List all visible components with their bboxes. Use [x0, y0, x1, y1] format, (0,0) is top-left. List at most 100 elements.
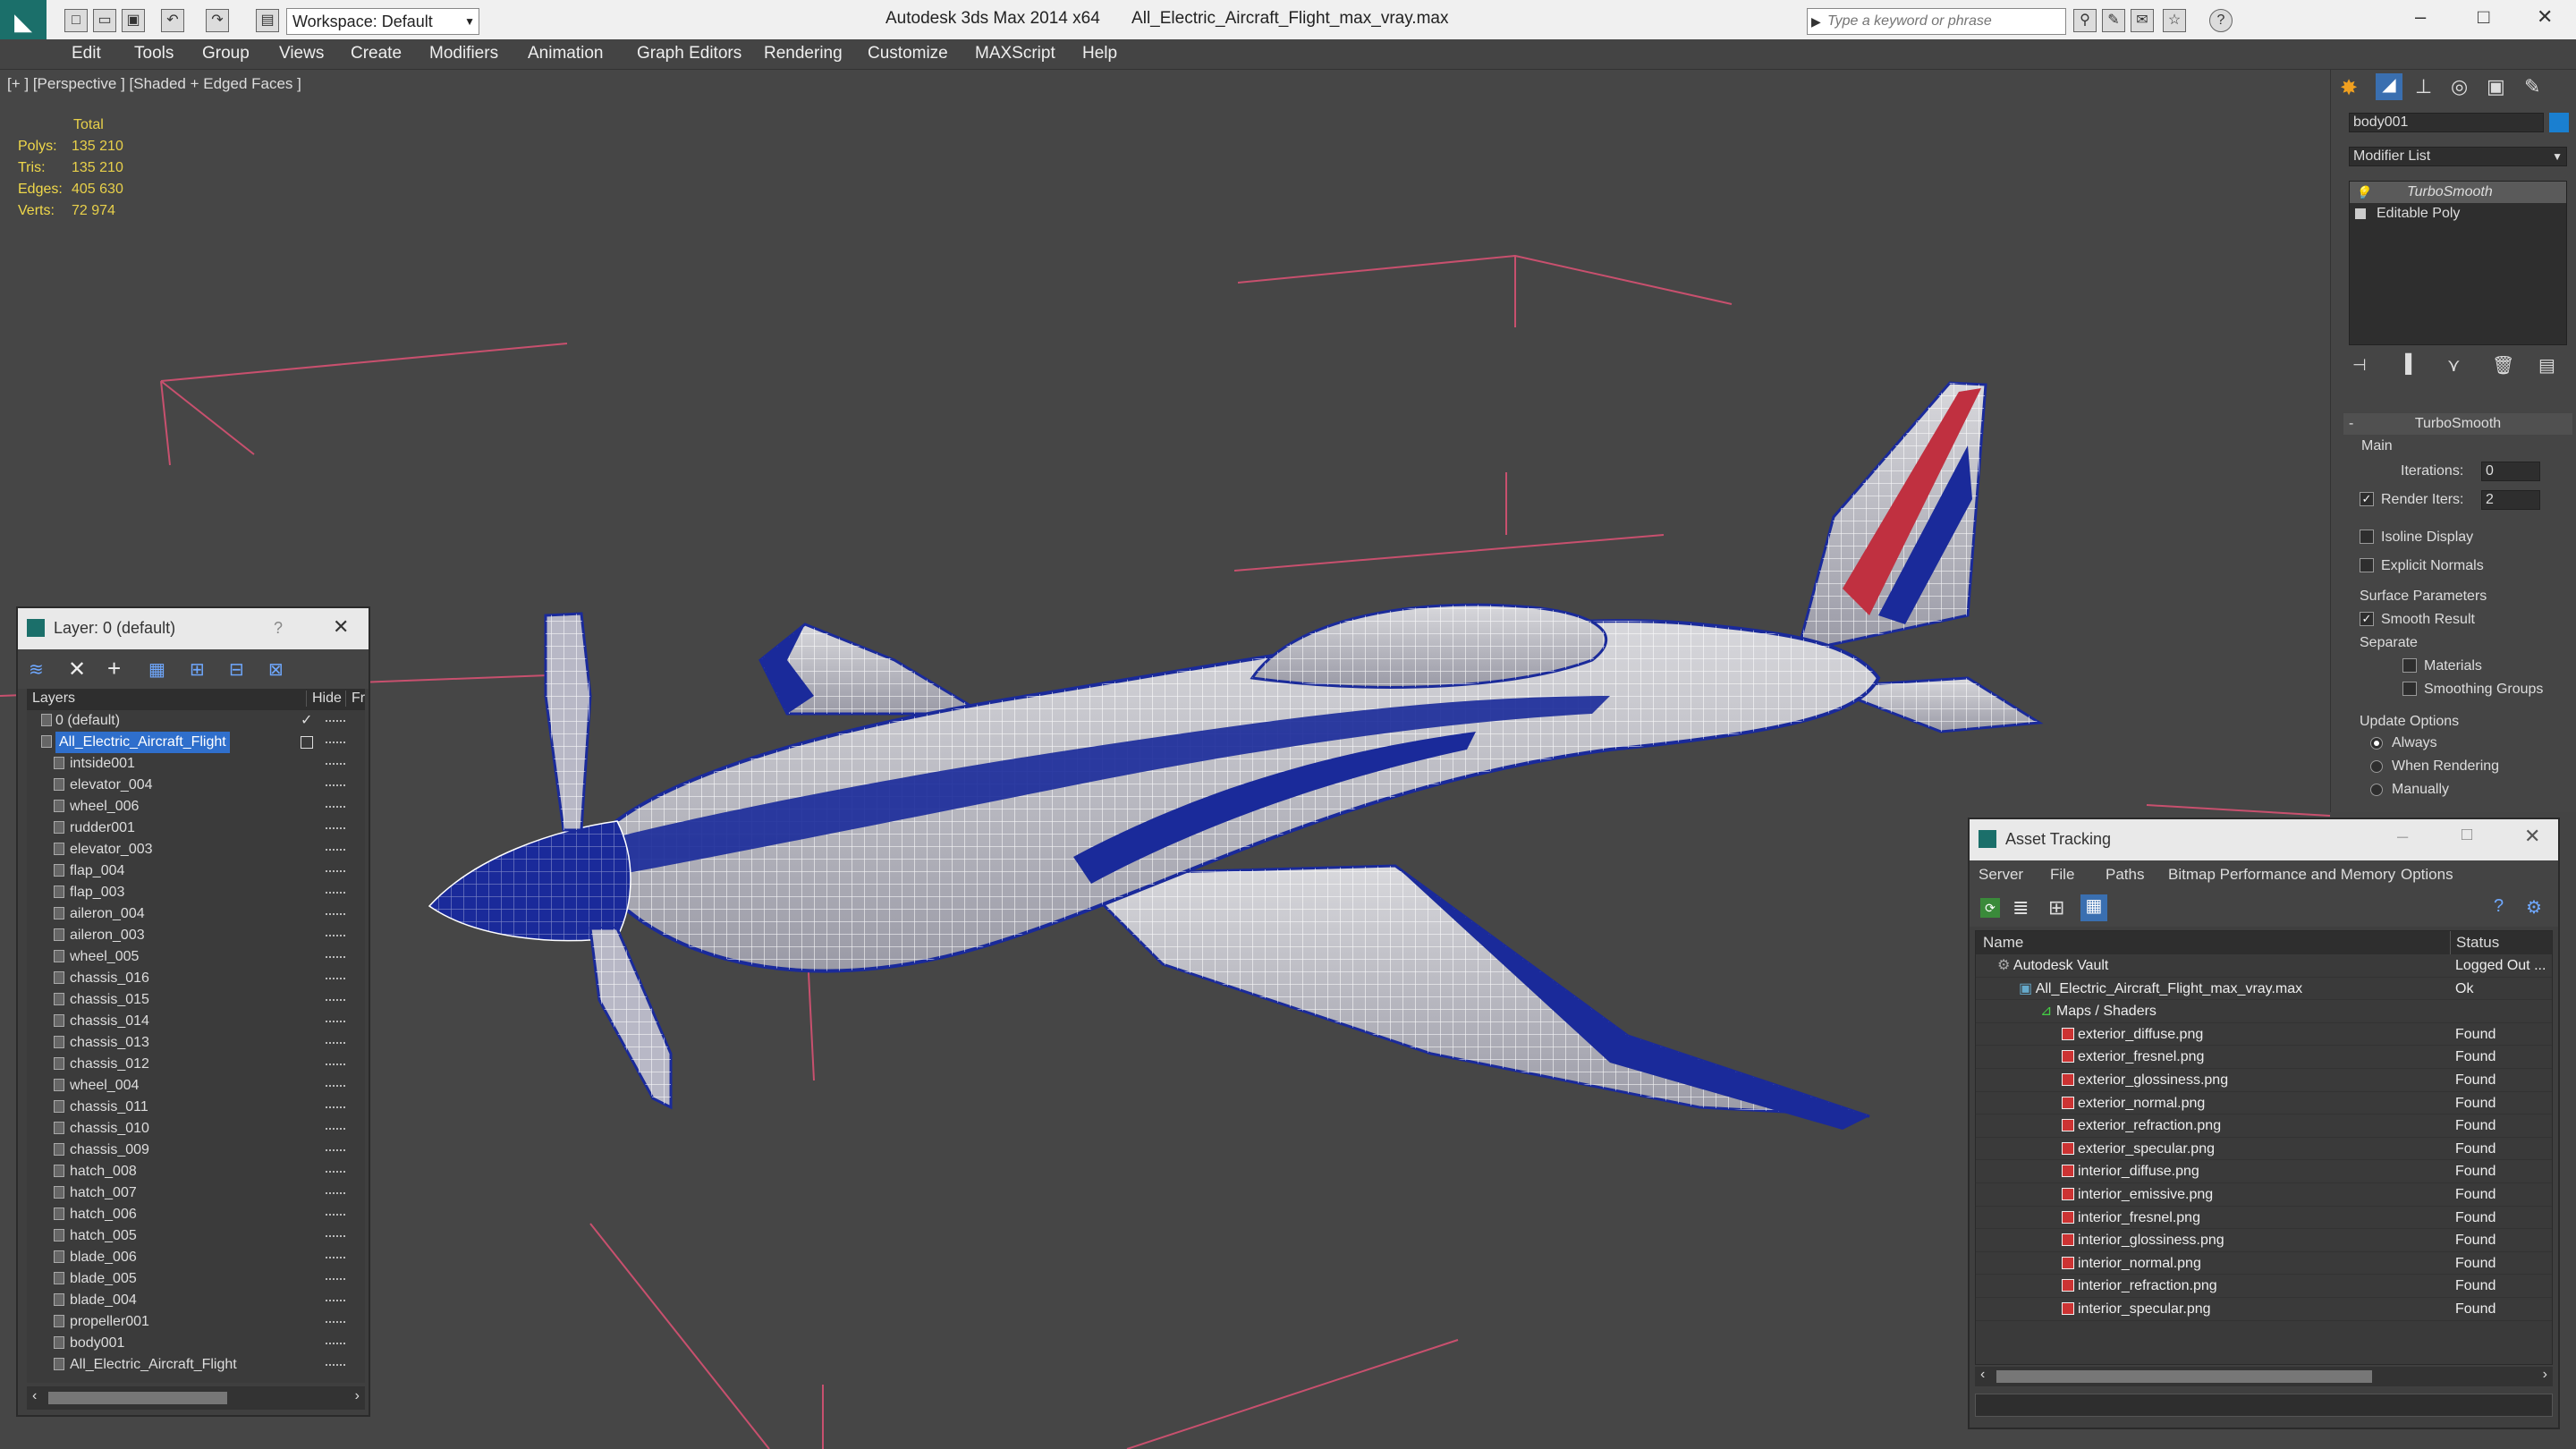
layer-object-row[interactable]: elevator_003 [27, 839, 365, 860]
layer-object-row[interactable]: chassis_013 [27, 1032, 365, 1054]
hide-toggle[interactable] [326, 1128, 345, 1131]
turbosmooth-rollout-header[interactable]: - TurboSmooth [2343, 413, 2572, 435]
hide-toggle[interactable] [326, 935, 345, 937]
asset-row[interactable]: exterior_normal.png Found [1976, 1092, 2552, 1115]
object-color-swatch[interactable] [2549, 113, 2569, 132]
display-tab-icon[interactable]: ▣ [2487, 75, 2505, 98]
layer-row[interactable]: 0 (default) ✓ [27, 710, 365, 732]
save-icon[interactable]: ▣ [122, 9, 145, 32]
app-logo[interactable]: ◣ [0, 0, 47, 45]
maximize-icon[interactable]: □ [2462, 825, 2472, 845]
refresh-icon[interactable]: ⟳ [1980, 898, 2000, 918]
layer-object-row[interactable]: blade_006 [27, 1247, 365, 1268]
asset-row[interactable]: exterior_diffuse.png Found [1976, 1023, 2552, 1046]
smooth-result-checkbox[interactable]: ✓ [2360, 612, 2374, 626]
current-layer-check-icon[interactable]: ✓ [301, 710, 312, 732]
asset-menu-server[interactable]: Server [1979, 866, 2023, 884]
asset-row[interactable]: exterior_glossiness.png Found [1976, 1069, 2552, 1092]
hide-toggle[interactable] [326, 1364, 345, 1367]
tree-view-icon[interactable]: ⊞ [2048, 896, 2064, 919]
hide-toggle[interactable] [326, 892, 345, 894]
col-freeze[interactable]: Fr [345, 691, 365, 707]
hide-toggle[interactable] [326, 1171, 345, 1174]
binoculars-icon[interactable]: ⚲ [2073, 9, 2097, 32]
manually-radio[interactable] [2370, 784, 2383, 796]
close-icon[interactable]: ✕ [2524, 825, 2540, 848]
select-objects-icon[interactable]: ▦ [148, 658, 165, 681]
asset-row[interactable]: exterior_refraction.png Found [1976, 1114, 2552, 1138]
always-radio[interactable] [2370, 737, 2383, 750]
asset-row[interactable]: ▣ All_Electric_Aircraft_Flight_max_vray.… [1976, 978, 2552, 1001]
hide-toggle[interactable] [326, 1192, 345, 1195]
layer-window-titlebar[interactable]: Layer: 0 (default) ? ✕ [18, 608, 369, 649]
asset-menu-file[interactable]: File [2050, 866, 2074, 884]
menu-customize[interactable]: Customize [868, 44, 948, 64]
layer-object-row[interactable]: wheel_005 [27, 946, 365, 968]
layer-object-row[interactable]: rudder001 [27, 818, 365, 839]
lightbulb-icon[interactable]: 💡 [2355, 182, 2370, 203]
asset-tracking-titlebar[interactable]: Asset Tracking – □ ✕ [1970, 819, 2558, 860]
list-view-icon[interactable]: ≣ [2012, 896, 2029, 919]
hide-toggle[interactable] [326, 1149, 345, 1152]
hide-toggle[interactable] [326, 1235, 345, 1238]
asset-path-field[interactable] [1975, 1394, 2553, 1417]
layer-object-row[interactable]: wheel_004 [27, 1075, 365, 1097]
asset-row[interactable]: exterior_fresnel.png Found [1976, 1046, 2552, 1069]
col-hide[interactable]: Hide [306, 691, 342, 707]
col-layers[interactable]: Layers [32, 691, 75, 707]
layer-object-row[interactable]: chassis_011 [27, 1097, 365, 1118]
hide-toggle[interactable] [326, 849, 345, 852]
select-layer-icon[interactable]: ⊞ [190, 658, 205, 681]
hide-toggle[interactable] [326, 1257, 345, 1259]
create-tab-icon[interactable]: ✸ [2340, 75, 2358, 101]
render-iters-spinner[interactable]: 2 [2481, 490, 2540, 510]
layer-object-row[interactable]: chassis_016 [27, 968, 365, 989]
search-input[interactable] [1827, 11, 2062, 32]
hide-toggle[interactable] [326, 999, 345, 1002]
help-icon[interactable]: ? [2494, 896, 2504, 917]
asset-row[interactable]: interior_diffuse.png Found [1976, 1160, 2552, 1183]
scroll-thumb[interactable] [1996, 1370, 2372, 1383]
redo-icon[interactable]: ↷ [206, 9, 229, 32]
layer-object-row[interactable]: chassis_009 [27, 1140, 365, 1161]
menu-create[interactable]: Create [351, 44, 402, 64]
new-file-icon[interactable]: □ [64, 9, 88, 32]
utilities-tab-icon[interactable]: ✎ [2524, 75, 2540, 98]
layer-object-row[interactable]: propeller001 [27, 1311, 365, 1333]
asset-row[interactable]: ⊿ Maps / Shaders [1976, 1000, 2552, 1023]
materials-checkbox[interactable] [2402, 658, 2417, 673]
open-file-icon[interactable]: ▭ [93, 9, 116, 32]
col-status[interactable]: Status [2450, 931, 2499, 954]
hide-toggle[interactable] [326, 1278, 345, 1281]
asset-table[interactable]: Name Status ⚙ Autodesk Vault Logged Out .… [1975, 930, 2553, 1365]
help-icon[interactable]: ? [274, 619, 283, 638]
hide-toggle[interactable] [326, 956, 345, 959]
layer-manager-window[interactable]: Layer: 0 (default) ? ✕ ≋ ✕ + ▦ ⊞ ⊟ ⊠ Lay… [16, 606, 370, 1417]
scroll-right-icon[interactable]: › [355, 1388, 360, 1404]
menu-rendering[interactable]: Rendering [764, 44, 843, 64]
undo-icon[interactable]: ↶ [161, 9, 184, 32]
stack-item-editable-poly[interactable]: Editable Poly [2350, 203, 2566, 225]
layer-object-row[interactable]: flap_003 [27, 882, 365, 903]
hide-toggle[interactable] [326, 1343, 345, 1345]
scroll-left-icon[interactable]: ‹ [1980, 1367, 1985, 1383]
layer-list[interactable]: 0 (default) ✓ All_Electric_Aircraft_Flight… [27, 710, 365, 1383]
remove-modifier-icon[interactable]: 🗑 [2492, 354, 2514, 377]
add-selection-icon[interactable] [301, 736, 313, 749]
layer-object-row[interactable]: blade_004 [27, 1290, 365, 1311]
hide-toggle[interactable] [326, 978, 345, 980]
col-name[interactable]: Name [1983, 931, 2023, 954]
settings-icon[interactable]: ⚙ [2526, 896, 2542, 919]
modifier-list-dropdown[interactable]: Modifier List ▼ [2349, 147, 2567, 166]
layer-object-row[interactable]: flap_004 [27, 860, 365, 882]
layer-horizontal-scrollbar[interactable]: ‹ › [27, 1386, 365, 1410]
layer-row[interactable]: All_Electric_Aircraft_Flight [27, 732, 365, 753]
hide-toggle[interactable] [326, 827, 345, 830]
asset-menu-paths[interactable]: Paths [2106, 866, 2144, 884]
isoline-display-checkbox[interactable] [2360, 530, 2374, 544]
layer-object-row[interactable]: elevator_004 [27, 775, 365, 796]
menu-group[interactable]: Group [202, 44, 250, 64]
hide-toggle[interactable] [326, 720, 345, 723]
layer-object-row[interactable]: aileron_003 [27, 925, 365, 946]
menu-modifiers[interactable]: Modifiers [429, 44, 498, 64]
